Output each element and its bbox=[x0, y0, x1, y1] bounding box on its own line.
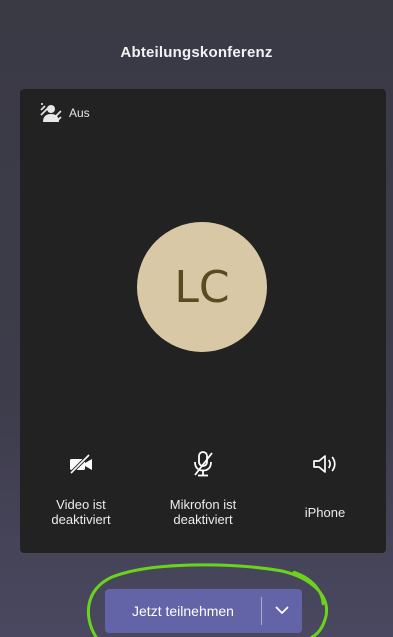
chevron-down-icon bbox=[275, 602, 289, 620]
join-button-group: Jetzt teilnehmen bbox=[105, 589, 302, 633]
audio-device-button[interactable]: iPhone bbox=[265, 447, 385, 527]
video-toggle-button[interactable]: Video ist deaktiviert bbox=[21, 447, 141, 527]
mic-off-icon bbox=[191, 447, 215, 481]
meeting-title: Abteilungskonferenz bbox=[120, 44, 273, 61]
speaker-icon bbox=[311, 447, 339, 481]
mic-toggle-label: Mikrofon ist deaktiviert bbox=[169, 497, 237, 527]
mic-toggle-button[interactable]: Mikrofon ist deaktiviert bbox=[143, 447, 263, 527]
background-effects-label: Aus bbox=[69, 106, 90, 120]
video-toggle-label: Video ist deaktiviert bbox=[51, 497, 111, 527]
background-effects-icon bbox=[40, 103, 62, 123]
device-controls: Video ist deaktiviert Mikrofon ist deakt… bbox=[20, 447, 386, 527]
join-options-button[interactable] bbox=[262, 589, 302, 633]
audio-device-label: iPhone bbox=[304, 505, 346, 520]
join-now-button[interactable]: Jetzt teilnehmen bbox=[105, 589, 261, 633]
video-preview: Aus LC Video ist deaktiviert Mikrofon is… bbox=[20, 89, 386, 553]
background-effects-toggle[interactable]: Aus bbox=[40, 103, 90, 123]
avatar-initials: LC bbox=[174, 261, 230, 313]
avatar: LC bbox=[137, 222, 267, 352]
video-off-icon bbox=[68, 447, 94, 481]
